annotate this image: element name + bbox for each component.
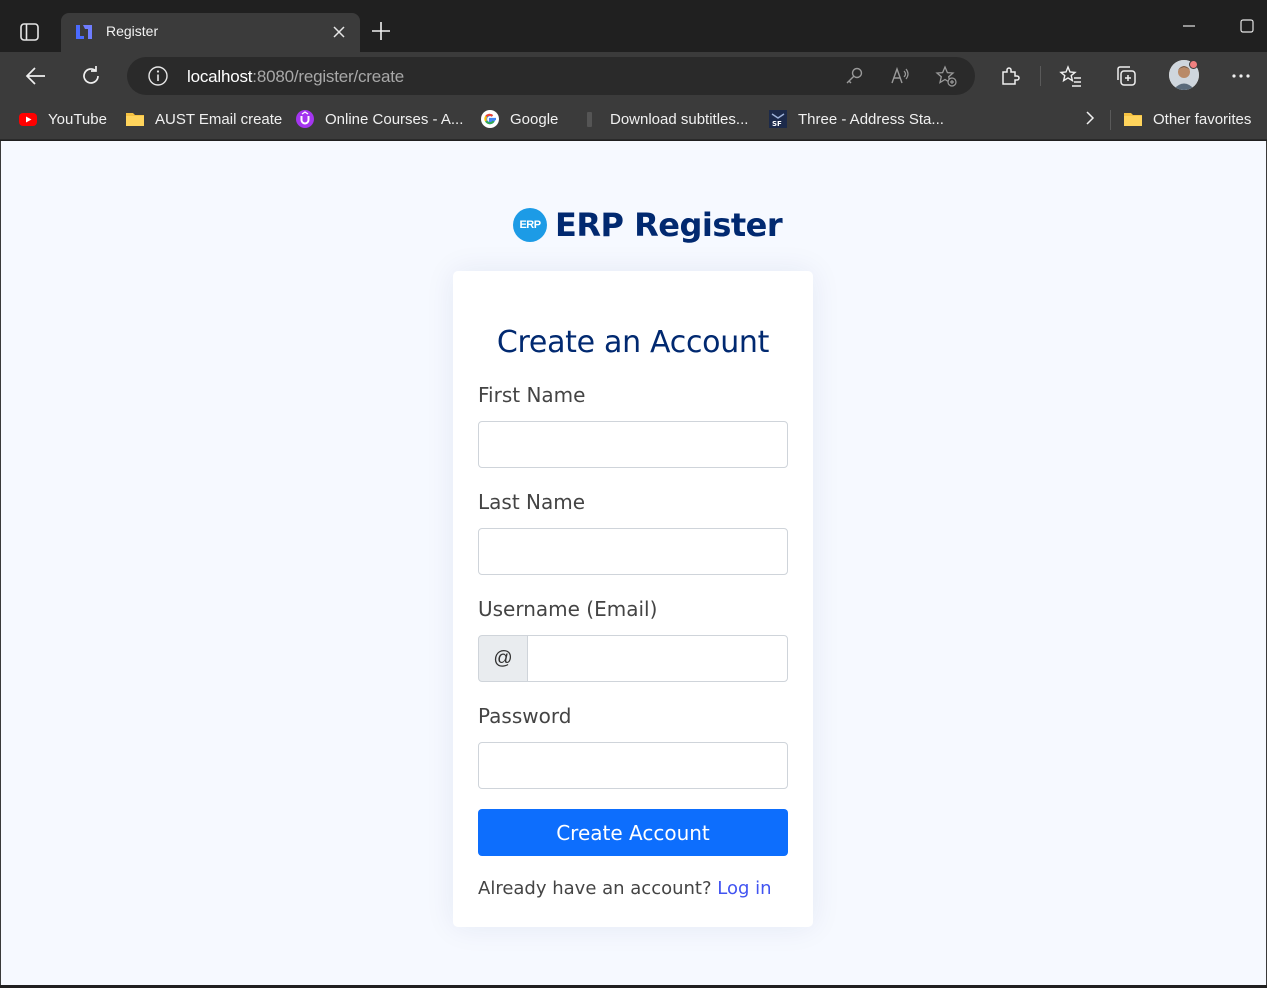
sf-icon: SF bbox=[768, 109, 788, 129]
favorite-other-favorites[interactable]: Other favorites bbox=[1123, 108, 1251, 130]
username-email-field[interactable] bbox=[527, 635, 788, 682]
favorite-youtube[interactable]: YouTube bbox=[18, 108, 107, 130]
browser-tab-strip: Register bbox=[0, 0, 1267, 52]
tab-close-icon[interactable] bbox=[331, 24, 347, 40]
favorite-three-address[interactable]: SF Three - Address Sta... bbox=[768, 108, 944, 130]
google-icon bbox=[480, 109, 500, 129]
url-text: localhost:8080/register/create bbox=[187, 67, 404, 87]
read-aloud-icon[interactable] bbox=[889, 65, 911, 87]
site-logo-icon bbox=[74, 22, 94, 42]
more-menu-icon[interactable] bbox=[1229, 64, 1253, 88]
login-link[interactable]: Log in bbox=[717, 878, 771, 899]
register-card: Create an Account First Name Last Name U… bbox=[453, 271, 813, 927]
card-title: Create an Account bbox=[496, 325, 770, 360]
window-border-left bbox=[0, 141, 1, 985]
browser-tab-register[interactable]: Register bbox=[61, 13, 360, 52]
refresh-icon[interactable] bbox=[79, 64, 103, 88]
back-icon[interactable] bbox=[24, 64, 48, 88]
tab-actions-icon[interactable] bbox=[18, 20, 42, 44]
site-info-icon[interactable] bbox=[147, 65, 169, 87]
favorite-online-courses[interactable]: Online Courses - A... bbox=[295, 108, 463, 130]
favorite-download-subtitles[interactable]: Download subtitles... bbox=[580, 108, 748, 130]
page-content: ERP ERP Register Create an Account First… bbox=[1, 141, 1266, 985]
chevron-right-icon[interactable] bbox=[1080, 108, 1100, 128]
folder-icon bbox=[125, 109, 145, 129]
password-field[interactable] bbox=[478, 742, 788, 789]
url-path: :8080/register/create bbox=[252, 67, 405, 86]
favorite-label: Other favorites bbox=[1153, 110, 1252, 128]
favorite-label: AUST Email create bbox=[155, 110, 283, 128]
extensions-icon[interactable] bbox=[998, 64, 1022, 88]
favorite-label: Online Courses - A... bbox=[325, 110, 464, 128]
last-name-label: Last Name bbox=[478, 490, 586, 514]
at-prefix: @ bbox=[478, 635, 528, 682]
favorite-label: Three - Address Sta... bbox=[798, 110, 944, 128]
collections-icon[interactable] bbox=[1114, 64, 1138, 88]
favorites-divider bbox=[1110, 110, 1111, 130]
login-prompt-text: Already have an account? bbox=[478, 878, 712, 899]
password-label: Password bbox=[478, 704, 572, 728]
favorite-google[interactable]: Google bbox=[480, 108, 558, 130]
tab-title: Register bbox=[106, 23, 159, 39]
password-key-icon[interactable] bbox=[843, 65, 865, 87]
brand-header[interactable]: ERP ERP Register bbox=[513, 206, 783, 244]
favorites-icon[interactable] bbox=[1059, 64, 1083, 88]
last-name-field[interactable] bbox=[478, 528, 788, 575]
url-host: localhost bbox=[187, 67, 253, 86]
toolbar-divider bbox=[1040, 66, 1041, 86]
favorite-aust-email[interactable]: AUST Email create bbox=[125, 108, 282, 130]
bookmark-icon bbox=[580, 109, 600, 129]
first-name-field[interactable] bbox=[478, 421, 788, 468]
address-bar[interactable]: localhost:8080/register/create bbox=[127, 57, 975, 95]
favorite-label: YouTube bbox=[48, 110, 107, 128]
favorite-label: Download subtitles... bbox=[610, 110, 749, 128]
youtube-icon bbox=[18, 109, 38, 129]
new-tab-icon[interactable] bbox=[370, 20, 392, 42]
maximize-window-icon[interactable] bbox=[1238, 17, 1256, 35]
brand-title: ERP Register bbox=[555, 206, 783, 244]
first-name-label: First Name bbox=[478, 383, 586, 407]
folder-icon bbox=[1123, 109, 1143, 129]
browser-toolbar: localhost:8080/register/create bbox=[0, 52, 1267, 100]
profile-notification-badge bbox=[1189, 60, 1198, 69]
login-prompt: Already have an account? Log in bbox=[478, 878, 772, 899]
erp-logo: ERP bbox=[513, 208, 547, 242]
udemy-icon bbox=[295, 109, 315, 129]
add-favorite-icon[interactable] bbox=[935, 65, 957, 87]
create-account-button[interactable]: Create Account bbox=[478, 809, 788, 856]
username-label: Username (Email) bbox=[478, 597, 658, 621]
svg-text:SF: SF bbox=[772, 120, 782, 128]
minimize-window-icon[interactable] bbox=[1180, 17, 1198, 35]
favorite-label: Google bbox=[510, 110, 559, 128]
favorites-bar: YouTube AUST Email create Online Courses… bbox=[0, 100, 1267, 140]
